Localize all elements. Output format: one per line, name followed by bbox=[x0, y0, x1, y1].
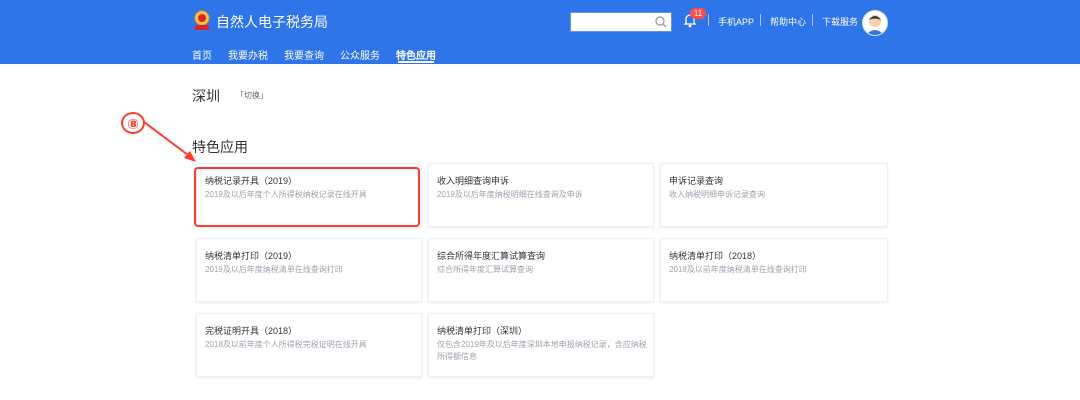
card-title: 纳税清单打印（深圳） bbox=[437, 326, 528, 336]
nav-public-service[interactable]: 公众服务 bbox=[340, 47, 380, 62]
card-title: 纳税清单打印（2018） bbox=[669, 251, 762, 261]
search-input[interactable] bbox=[571, 15, 659, 31]
divider bbox=[812, 14, 813, 26]
card-desc: 仅包含2019年及以后年度深圳本地申报纳税记录，含应纳税所得额信息 bbox=[437, 340, 647, 361]
notification-badge: 11 bbox=[690, 8, 706, 19]
nav-tax-service[interactable]: 我要办税 bbox=[228, 47, 268, 62]
highlight-box bbox=[194, 167, 420, 227]
card-tax-list-shenzhen[interactable]: 纳税清单打印（深圳） 仅包含2019年及以后年度深圳本地申报纳税记录，含应纳税所… bbox=[428, 313, 654, 377]
nav-special-apps[interactable]: 特色应用 bbox=[396, 47, 436, 62]
card-title: 申诉记录查询 bbox=[669, 176, 724, 186]
search-box[interactable] bbox=[570, 12, 672, 32]
card-income-appeal[interactable]: 收入明细查询申诉 2019及以后年度纳税明细在线查询及申诉 bbox=[428, 163, 654, 227]
card-desc: 2019及以后年度纳税明细在线查询及申诉 bbox=[437, 190, 583, 199]
card-title: 完税证明开具（2018） bbox=[205, 326, 298, 336]
top-header: 自然人电子税务局 11 手机APP 帮助中心 下载服务 首页 我要办税 我要查询… bbox=[0, 0, 1080, 64]
section-title: 特色应用 bbox=[192, 139, 248, 155]
card-desc: 收入纳税明细申诉记录查询 bbox=[669, 190, 765, 199]
city-switch-link[interactable]: 「切换」 bbox=[236, 90, 268, 101]
card-tax-list-2019[interactable]: 纳税清单打印（2019） 2019及以后年度纳税清单在线查询打印 bbox=[196, 238, 422, 302]
card-title: 纳税清单打印（2019） bbox=[205, 251, 298, 261]
card-annual-calc[interactable]: 综合所得年度汇算试算查询 综合所得年度汇算试算查询 bbox=[428, 238, 654, 302]
app-title: 自然人电子税务局 bbox=[216, 14, 328, 30]
download-service-link[interactable]: 下载服务 bbox=[822, 15, 858, 28]
annotation-arrow-icon bbox=[143, 121, 196, 162]
nav-active-indicator bbox=[398, 61, 434, 63]
user-avatar[interactable] bbox=[862, 10, 888, 36]
card-desc: 综合所得年度汇算试算查询 bbox=[437, 265, 533, 274]
card-tax-list-2018[interactable]: 纳税清单打印（2018） 2018及以前年度纳税清单在线查询打印 bbox=[660, 238, 888, 302]
tax-emblem-icon bbox=[194, 10, 210, 30]
avatar-icon bbox=[866, 15, 884, 35]
divider bbox=[760, 14, 761, 26]
card-tax-certificate-2018[interactable]: 完税证明开具（2018） 2018及以前年度个人所得税完税证明在线开具 bbox=[196, 313, 422, 377]
card-appeal-record[interactable]: 申诉记录查询 收入纳税明细申诉记录查询 bbox=[660, 163, 888, 227]
nav-query[interactable]: 我要查询 bbox=[284, 47, 324, 62]
help-center-link[interactable]: 帮助中心 bbox=[770, 15, 806, 28]
card-desc: 2018及以前年度纳税清单在线查询打印 bbox=[669, 265, 807, 274]
mobile-app-link[interactable]: 手机APP bbox=[718, 15, 754, 28]
card-title: 综合所得年度汇算试算查询 bbox=[437, 251, 546, 261]
nav-home[interactable]: 首页 bbox=[192, 47, 212, 62]
card-title: 收入明细查询申诉 bbox=[437, 176, 510, 186]
card-desc: 2019及以后年度纳税清单在线查询打印 bbox=[205, 265, 343, 274]
divider bbox=[708, 14, 709, 26]
search-icon[interactable] bbox=[654, 15, 668, 29]
card-desc: 2018及以前年度个人所得税完税证明在线开具 bbox=[205, 340, 367, 349]
city-name: 深圳 bbox=[192, 88, 220, 104]
